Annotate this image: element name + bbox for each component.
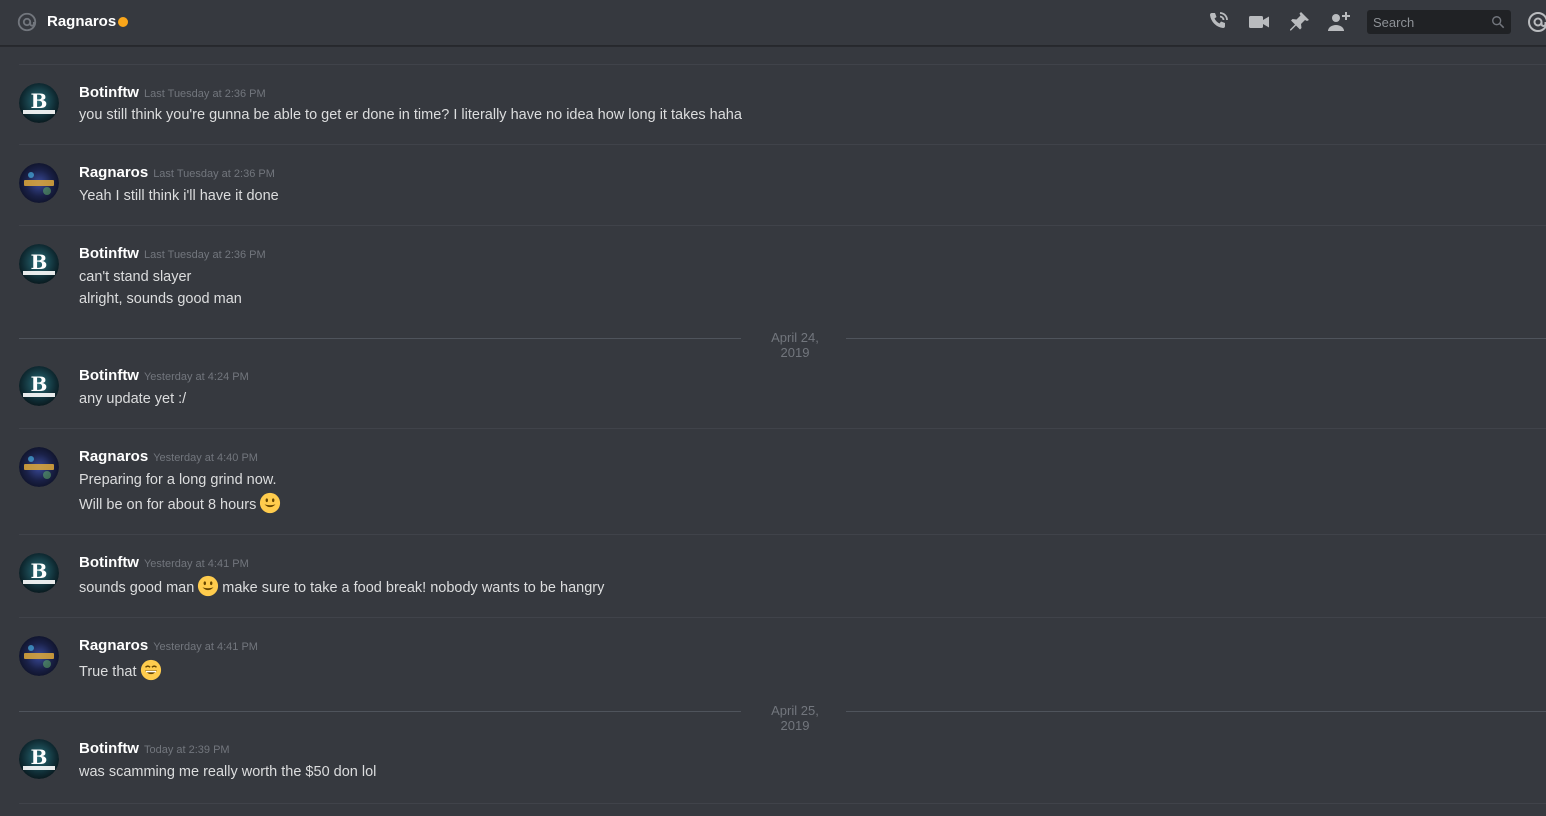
pin-icon[interactable] [1287, 10, 1311, 34]
svg-text:B: B [31, 745, 48, 769]
add-friend-icon[interactable] [1327, 10, 1351, 34]
dm-user-title: Ragnaros [47, 13, 117, 30]
avatar[interactable]: B [19, 739, 59, 779]
svg-text:B: B [31, 89, 48, 113]
message-timestamp: Yesterday at 4:41 PM [153, 641, 258, 653]
svg-text:B: B [31, 372, 48, 396]
divider [19, 428, 1546, 429]
message-text: Yeah I still think i'll have it done [79, 188, 279, 204]
message-author[interactable]: Ragnaros Last Tuesday at 2:36 PM [79, 164, 275, 181]
grinning-emoji-icon[interactable] [140, 659, 162, 681]
message-timestamp: Yesterday at 4:40 PM [153, 452, 258, 464]
message-text: any update yet :/ [79, 391, 187, 407]
divider [19, 64, 1546, 65]
avatar[interactable]: B [19, 553, 59, 593]
message-text: you still think you're gunna be able to … [79, 107, 742, 123]
message-author[interactable]: Botinftw Last Tuesday at 2:36 PM [79, 245, 266, 262]
date-label: April 25, 2019 [771, 703, 819, 733]
divider [19, 225, 1546, 226]
message-text: Preparing for a long grind now. [79, 472, 277, 488]
message-timestamp: Last Tuesday at 2:36 PM [143, 249, 266, 261]
avatar[interactable] [19, 447, 59, 487]
message-text: True that [79, 663, 137, 680]
message-timestamp: Yesterday at 4:24 PM [143, 371, 249, 383]
message-text: make sure to take a food break! nobody w… [222, 579, 605, 596]
divider [19, 617, 1546, 618]
search-icon[interactable] [1491, 15, 1505, 29]
svg-text:B: B [31, 559, 48, 583]
search-input[interactable] [1367, 10, 1497, 34]
date-label: April 24, 2019 [771, 330, 819, 360]
message-text-line: True that [79, 659, 165, 683]
message-text: can't stand slayer [79, 269, 192, 285]
video-icon[interactable] [1247, 10, 1271, 34]
message-author[interactable]: Ragnaros Yesterday at 4:40 PM [79, 448, 258, 465]
message-author[interactable]: Botinftw Yesterday at 4:41 PM [79, 554, 249, 571]
avatar[interactable] [19, 163, 59, 203]
smiley-emoji-icon[interactable] [259, 492, 281, 514]
message-text: was scamming me really worth the $50 don… [79, 764, 377, 780]
status-indicator [118, 17, 128, 27]
search-bar[interactable] [1367, 10, 1511, 34]
message-author[interactable]: Botinftw Yesterday at 4:24 PM [79, 367, 249, 384]
date-separator: April 25, 2019 [19, 703, 1546, 733]
smiley-emoji-icon[interactable] [197, 575, 219, 597]
svg-text:B: B [31, 250, 48, 274]
message-author[interactable]: Botinftw Last Tuesday at 2:36 PM [79, 84, 266, 101]
message-text: alright, sounds good man [79, 291, 242, 307]
divider [19, 144, 1546, 145]
message-text-line: Will be on for about 8 hours [79, 492, 284, 516]
avatar[interactable]: B [19, 244, 59, 284]
message-text: sounds good man [79, 579, 195, 596]
divider [19, 534, 1546, 535]
message-text-line: sounds good man make sure to take a food … [79, 575, 605, 599]
message-author[interactable]: Botinftw Today at 2:39 PM [79, 740, 230, 757]
message-author[interactable]: Ragnaros Yesterday at 4:41 PM [79, 637, 258, 654]
avatar[interactable] [19, 636, 59, 676]
call-icon[interactable] [1206, 10, 1230, 34]
avatar[interactable]: B [19, 83, 59, 123]
avatar[interactable]: B [19, 366, 59, 406]
message-timestamp: Last Tuesday at 2:36 PM [143, 88, 266, 100]
channel-header: Ragnaros [0, 0, 1546, 46]
message-timestamp: Yesterday at 4:41 PM [143, 558, 249, 570]
mention-icon[interactable] [1526, 10, 1546, 34]
at-icon [17, 12, 37, 32]
message-timestamp: Today at 2:39 PM [143, 744, 230, 756]
date-separator: April 24, 2019 [19, 330, 1546, 360]
message-timestamp: Last Tuesday at 2:36 PM [153, 168, 275, 180]
divider [19, 803, 1546, 804]
message-text: Will be on for about 8 hours [79, 496, 257, 513]
